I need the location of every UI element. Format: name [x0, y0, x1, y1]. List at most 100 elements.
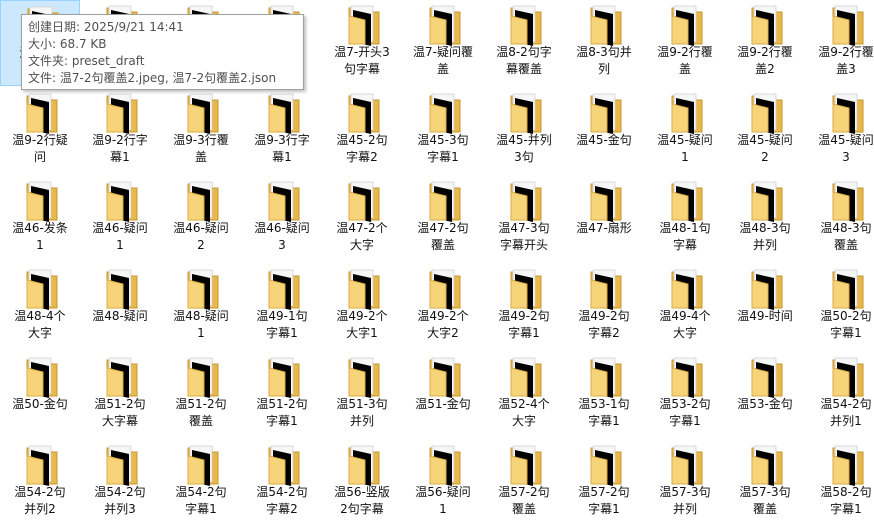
- folder-item[interactable]: 温45-并列 3句: [484, 88, 564, 174]
- folder-label: 温51-2句 字幕1: [256, 397, 308, 428]
- folder-item[interactable]: 温8-3句并 列: [564, 0, 644, 86]
- folder-item[interactable]: 温49-4个 大字: [645, 264, 725, 350]
- folder-icon: [263, 442, 303, 486]
- folder-icon: [585, 2, 625, 46]
- folder-label: 温49-2句 字幕1: [498, 309, 550, 340]
- folder-item[interactable]: 温51-金句: [403, 352, 483, 438]
- folder-label: 温49-4个 大字: [659, 309, 711, 340]
- folder-label: 温9-2行疑 问: [12, 133, 68, 164]
- folder-item[interactable]: 温57-2句 覆盖: [484, 440, 564, 526]
- folder-item[interactable]: 温49-2句 字幕1: [484, 264, 564, 350]
- folder-item[interactable]: 温54-2句 并列3: [80, 440, 160, 526]
- folder-item[interactable]: 温7-开头3 句字幕: [322, 0, 402, 86]
- folder-label: 温45-3句 字幕1: [417, 133, 469, 164]
- folder-item[interactable]: 温47-2个 大字: [322, 176, 402, 262]
- folder-icon: [585, 442, 625, 486]
- folder-icon: [182, 178, 222, 222]
- folder-item[interactable]: 温45-疑问 1: [645, 88, 725, 174]
- folder-item[interactable]: 温54-2句 字幕1: [161, 440, 241, 526]
- folder-item[interactable]: 温49-2个 大字1: [322, 264, 402, 350]
- folder-label: 温49-2个 大字2: [417, 309, 469, 340]
- folder-item[interactable]: 温9-2行字 幕1: [80, 88, 160, 174]
- folder-item[interactable]: 温54-2句 字幕2: [242, 440, 322, 526]
- folder-item[interactable]: 温47-扇形: [564, 176, 644, 262]
- folder-item[interactable]: 温46-疑问 1: [80, 176, 160, 262]
- folder-item[interactable]: 温54-2句 并列2: [0, 440, 80, 526]
- folder-item[interactable]: 温45-疑问 2: [725, 88, 805, 174]
- folder-item[interactable]: 温9-3行字 幕1: [242, 88, 322, 174]
- folder-item[interactable]: 温7-疑问覆 盖: [403, 0, 483, 86]
- folder-item[interactable]: 温57-3句 并列: [645, 440, 725, 526]
- folder-label: 温45-疑问 1: [657, 133, 713, 164]
- folder-item[interactable]: 温47-3句 字幕开头: [484, 176, 564, 262]
- folder-label: 温52-4个 大字: [498, 397, 550, 428]
- folder-item[interactable]: 温9-2行覆 盖2: [725, 0, 805, 86]
- folder-item[interactable]: 温9-2行疑 问: [0, 88, 80, 174]
- folder-item[interactable]: 温51-2句 字幕1: [242, 352, 322, 438]
- folder-item[interactable]: 温54-2句 并列1: [806, 352, 874, 438]
- folder-icon: [343, 2, 383, 46]
- folder-item[interactable]: 温46-疑问 2: [161, 176, 241, 262]
- folder-item[interactable]: 温49-2个 大字2: [403, 264, 483, 350]
- folder-item[interactable]: 温48-疑问: [80, 264, 160, 350]
- folder-label: 温46-发条 1: [12, 221, 68, 252]
- folder-item[interactable]: 温57-2句 字幕1: [564, 440, 644, 526]
- folder-item[interactable]: 温8-2句字 幕覆盖: [484, 0, 564, 86]
- folder-label: 温53-金句: [737, 397, 793, 411]
- folder-item[interactable]: 温51-3句 并列: [322, 352, 402, 438]
- folder-icon: [746, 354, 786, 398]
- folder-item[interactable]: 温52-4个 大字: [484, 352, 564, 438]
- folder-icon: [21, 266, 61, 310]
- folder-item[interactable]: 温58-2句 字幕1: [806, 440, 874, 526]
- folder-item[interactable]: 温9-3行覆 盖: [161, 88, 241, 174]
- folder-label: 温48-4个 大字: [14, 309, 66, 340]
- folder-item[interactable]: 温46-发条 1: [0, 176, 80, 262]
- folder-item[interactable]: 温51-2句 大字幕: [80, 352, 160, 438]
- folder-item[interactable]: 温49-1句 字幕1: [242, 264, 322, 350]
- folder-icon: [827, 442, 867, 486]
- folder-item[interactable]: 温51-2句 覆盖: [161, 352, 241, 438]
- folder-item[interactable]: 温48-疑问 1: [161, 264, 241, 350]
- folder-item[interactable]: 温48-3句 覆盖: [806, 176, 874, 262]
- folder-item[interactable]: 温56-竖版 2句字幕: [322, 440, 402, 526]
- folder-item[interactable]: 温49-2句 字幕2: [564, 264, 644, 350]
- folder-item[interactable]: 温48-3句 并列: [725, 176, 805, 262]
- folder-item[interactable]: 温45-金句: [564, 88, 644, 174]
- folder-label: 温56-竖版 2句字幕: [334, 485, 390, 516]
- folder-item[interactable]: 温56-疑问 1: [403, 440, 483, 526]
- folder-item[interactable]: 温45-2句 字幕2: [322, 88, 402, 174]
- folder-label: 温47-2句 覆盖: [417, 221, 469, 252]
- folder-label: 温54-2句 并列3: [94, 485, 146, 516]
- folder-item[interactable]: 温48-4个 大字: [0, 264, 80, 350]
- folder-item[interactable]: 温9-2行覆 盖: [645, 0, 725, 86]
- folder-item[interactable]: 温48-1句 字幕: [645, 176, 725, 262]
- folder-icon: [182, 442, 222, 486]
- folder-label: 温48-3句 并列: [739, 221, 791, 252]
- folder-label: 温45-金句: [576, 133, 632, 147]
- folder-icon: [505, 442, 545, 486]
- folder-item[interactable]: 温53-金句: [725, 352, 805, 438]
- folder-icon: [827, 266, 867, 310]
- folder-item[interactable]: 温9-2行覆 盖3: [806, 0, 874, 86]
- folder-label: 温45-2句 字幕2: [336, 133, 388, 164]
- folder-icon: [101, 266, 141, 310]
- folder-item[interactable]: 温45-3句 字幕1: [403, 88, 483, 174]
- folder-label: 温49-时间: [737, 309, 793, 323]
- folder-item[interactable]: 温50-金句: [0, 352, 80, 438]
- folder-label: 温46-疑问 3: [254, 221, 310, 252]
- folder-item[interactable]: 温49-时间: [725, 264, 805, 350]
- folder-item[interactable]: 温53-1句 字幕1: [564, 352, 644, 438]
- folder-label: 温56-疑问 1: [415, 485, 471, 516]
- folder-info-tooltip: 创建日期: 2025/9/21 14:41 大小: 68.7 KB 文件夹: p…: [21, 14, 304, 90]
- folder-icon: [585, 266, 625, 310]
- folder-item[interactable]: 温50-2句 字幕1: [806, 264, 874, 350]
- folder-label: 温47-2个 大字: [336, 221, 388, 252]
- folder-icon: [666, 2, 706, 46]
- folder-icon: [263, 178, 303, 222]
- folder-item[interactable]: 温53-2句 字幕1: [645, 352, 725, 438]
- folder-item[interactable]: 温46-疑问 3: [242, 176, 322, 262]
- folder-item[interactable]: 温47-2句 覆盖: [403, 176, 483, 262]
- folder-item[interactable]: 温57-3句 覆盖: [725, 440, 805, 526]
- folder-item[interactable]: 温45-疑问 3: [806, 88, 874, 174]
- folder-label: 温50-金句: [12, 397, 68, 411]
